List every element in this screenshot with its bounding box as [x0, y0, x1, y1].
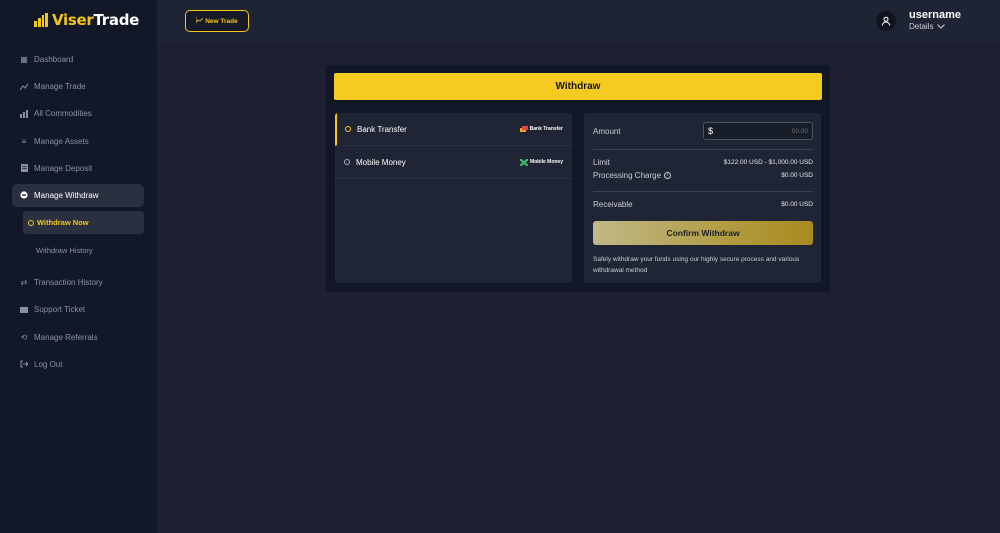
sidebar-item-all-commodities[interactable]: All Commodities [12, 102, 144, 125]
withdraw-submenu: Withdraw Now Withdraw History [23, 211, 144, 262]
sidebar-item-manage-deposit[interactable]: Manage Deposit [12, 157, 144, 180]
new-trade-button[interactable]: New Trade [185, 10, 249, 32]
divider [593, 191, 813, 192]
logo-bars-icon [34, 13, 48, 27]
method-bank-transfer[interactable]: Bank Transfer Bank Transfer [335, 113, 572, 146]
sidebar-item-support-ticket[interactable]: Support Ticket [12, 298, 144, 321]
stack-icon: ≡ [21, 136, 27, 146]
radio-empty-icon [344, 159, 350, 165]
mobile-money-icon [519, 158, 528, 166]
ticket-icon [20, 306, 28, 314]
sidebar-item-label: Manage Referrals [34, 332, 98, 342]
method-mobile-money[interactable]: Mobile Money Mobile Money [335, 146, 572, 179]
chevron-down-icon [937, 21, 946, 32]
mobile-money-logo-text: Mobile Money [529, 159, 563, 165]
sidebar-item-manage-assets[interactable]: ≡ Manage Assets [12, 130, 144, 153]
mobile-money-logo: Mobile Money [519, 158, 563, 166]
receivable-label: Receivable [593, 200, 633, 209]
logo-text: ViserTrade [52, 11, 139, 29]
sidebar-item-label: All Commodities [34, 109, 92, 119]
radio-selected-icon [345, 126, 351, 132]
logout-icon [20, 360, 28, 368]
bar-chart-icon [20, 109, 28, 118]
receivable-value: $0.00 USD [781, 201, 813, 208]
wallet-icon [20, 191, 28, 200]
sidebar-item-label: Transaction History [34, 278, 103, 288]
limit-value: $122.00 USD - $1,000.00 USD [723, 159, 813, 166]
amount-field[interactable]: $ [703, 122, 813, 140]
details-label: Details [909, 22, 934, 31]
amount-row: Amount $ [593, 122, 813, 140]
document-icon [20, 164, 28, 173]
sidebar-item-dashboard[interactable]: ▦ Dashboard [12, 48, 144, 71]
bank-transfer-logo-text: Bank Transfer [529, 126, 563, 132]
logo[interactable]: ViserTrade [34, 11, 139, 29]
withdraw-card: Withdraw Bank Transfer Bank Transfer Mob… [326, 65, 830, 292]
logo-text-part2: Trade [93, 11, 140, 29]
sidebar-item-manage-trade[interactable]: Manage Trade [12, 75, 144, 98]
submenu-label: Withdraw Now [37, 218, 89, 228]
sidebar-item-transaction-history[interactable]: ⇄ Transaction History [12, 271, 144, 294]
topbar: New Trade username Details [157, 0, 1000, 42]
amount-label: Amount [593, 126, 621, 136]
new-trade-label: New Trade [205, 17, 238, 25]
charge-label-wrap: Processing Charge i [593, 171, 672, 180]
charge-label: Processing Charge [593, 171, 662, 180]
divider [593, 149, 813, 150]
method-label: Bank Transfer [357, 124, 407, 134]
receivable-row: Receivable $0.00 USD [593, 200, 813, 209]
user-menu[interactable]: username Details [876, 9, 961, 32]
withdraw-methods: Bank Transfer Bank Transfer Mobile Money… [335, 113, 572, 283]
submenu-withdraw-now[interactable]: Withdraw Now [23, 211, 144, 235]
submenu-withdraw-history[interactable]: Withdraw History [23, 239, 144, 262]
withdraw-title: Withdraw [334, 73, 822, 100]
sidebar-item-label: Manage Withdraw [34, 190, 99, 200]
circle-icon [28, 219, 34, 226]
grid-icon: ▦ [20, 55, 28, 64]
username: username [909, 9, 961, 21]
sidebar-item-label: Dashboard [34, 55, 74, 64]
chart-line-icon [195, 17, 204, 25]
charge-row: Processing Charge i $0.00 USD [593, 171, 813, 180]
bank-transfer-logo: Bank Transfer [519, 125, 563, 133]
sidebar-nav: ▦ Dashboard Manage Trade All Commodities… [12, 48, 144, 380]
sidebar-item-logout[interactable]: Log Out [12, 353, 144, 376]
chart-line-icon [20, 83, 28, 91]
method-label: Mobile Money [356, 157, 406, 167]
amount-input[interactable] [713, 127, 808, 135]
user-details-toggle[interactable]: Details [909, 21, 961, 32]
withdraw-details: Amount $ Limit $122.00 USD - $1,000.00 U… [584, 113, 821, 283]
logo-text-part1: Viser [52, 11, 94, 29]
sidebar-item-manage-referrals[interactable]: ⟲ Manage Referrals [12, 326, 144, 349]
confirm-withdraw-button[interactable]: Confirm Withdraw [593, 221, 813, 245]
user-info: username Details [909, 9, 961, 32]
limit-row: Limit $122.00 USD - $1,000.00 USD [593, 158, 813, 167]
sidebar-item-label: Log Out [34, 359, 63, 369]
charge-value: $0.00 USD [781, 172, 813, 179]
withdraw-note: Safely withdraw your funds using our hig… [593, 256, 800, 274]
sidebar-item-manage-withdraw[interactable]: Manage Withdraw [12, 183, 144, 207]
submenu-label: Withdraw History [36, 245, 93, 255]
sidebar: ViserTrade ▦ Dashboard Manage Trade All … [0, 0, 157, 533]
refresh-icon: ⟲ [20, 332, 28, 342]
arrows-swap-icon: ⇄ [20, 278, 28, 288]
sidebar-item-label: Support Ticket [34, 305, 86, 315]
limit-label: Limit [593, 158, 610, 167]
bank-icon [519, 125, 528, 132]
info-icon[interactable]: i [664, 172, 672, 180]
sidebar-item-label: Manage Assets [34, 136, 89, 146]
user-avatar-icon [876, 10, 897, 31]
sidebar-item-label: Manage Trade [34, 82, 86, 92]
sidebar-item-label: Manage Deposit [34, 163, 93, 173]
